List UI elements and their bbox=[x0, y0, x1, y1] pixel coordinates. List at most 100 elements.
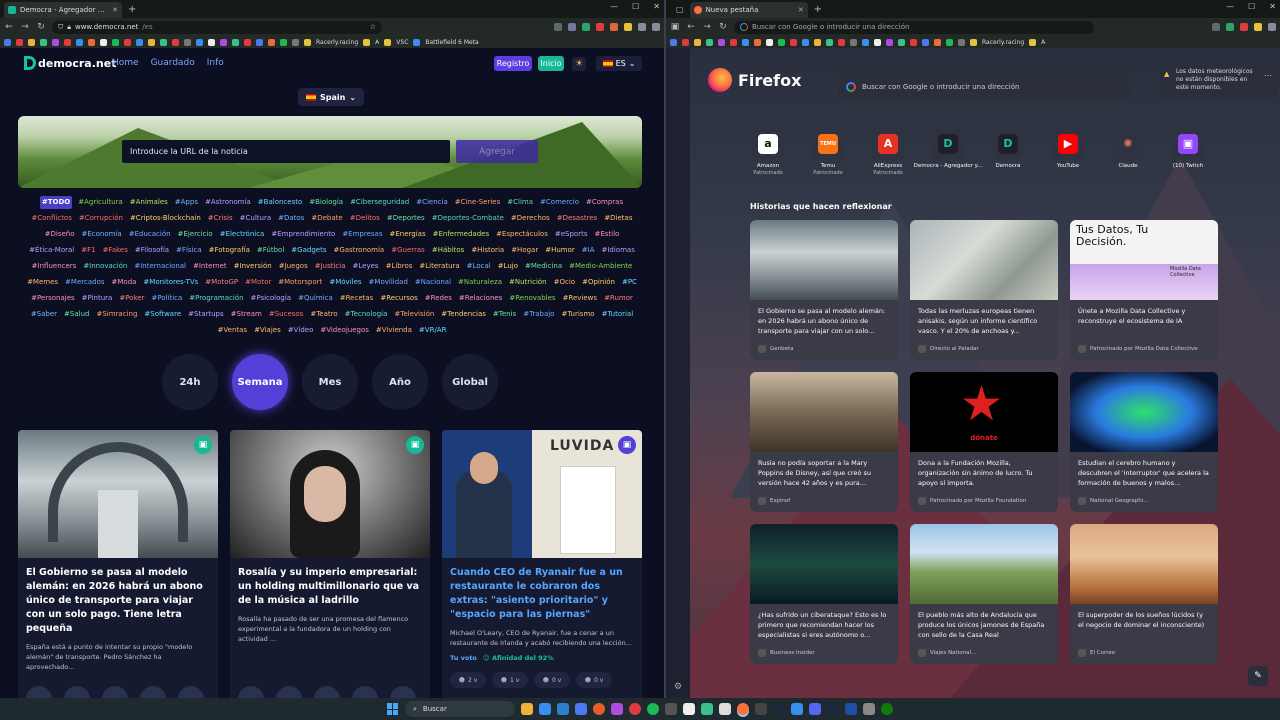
tag-chip[interactable]: #Clima bbox=[506, 196, 534, 209]
card-title[interactable]: El Gobierno se pasa al modelo alemán: en… bbox=[18, 558, 218, 636]
reaction-icon[interactable] bbox=[276, 686, 302, 698]
tag-chip[interactable]: #Ciberseguridad bbox=[349, 196, 410, 209]
close-tab-icon[interactable]: ✕ bbox=[112, 6, 118, 14]
tag-chip[interactable]: #Ética-Moral bbox=[28, 244, 75, 257]
story-card[interactable]: Rusia no podía soportar a la Mary Poppin… bbox=[750, 372, 898, 512]
tag-chip[interactable]: #Debate bbox=[310, 212, 343, 225]
bookmark-icon[interactable] bbox=[64, 38, 71, 46]
bookmark-icon[interactable] bbox=[838, 38, 845, 46]
tag-chip[interactable]: #Educación bbox=[128, 228, 172, 241]
bookmark-icon[interactable] bbox=[40, 38, 47, 46]
tag-chip[interactable]: #Moda bbox=[111, 276, 138, 289]
tag-chip[interactable]: #Trabajo bbox=[522, 308, 555, 321]
reload-icon[interactable]: ↻ bbox=[718, 22, 728, 32]
register-button[interactable]: Registro bbox=[494, 56, 532, 71]
tag-chip[interactable]: #Ocio bbox=[553, 276, 576, 289]
tag-chip[interactable]: #Teatro bbox=[309, 308, 338, 321]
tag-chip[interactable]: #IA bbox=[581, 244, 596, 257]
tag-chip[interactable]: #Reviews bbox=[562, 292, 599, 305]
bookmark-icon[interactable] bbox=[172, 38, 179, 46]
bookmark-icon[interactable] bbox=[184, 38, 191, 46]
extension-icon[interactable] bbox=[554, 23, 562, 31]
bookmark-icon[interactable] bbox=[814, 38, 821, 46]
close-window-icon[interactable]: ✕ bbox=[653, 2, 660, 11]
tag-chip[interactable]: #Sucesos bbox=[268, 308, 304, 321]
login-button[interactable]: Inicio bbox=[538, 56, 564, 71]
maximize-icon[interactable]: ☐ bbox=[1248, 2, 1255, 11]
tag-chip[interactable]: #Guerras bbox=[390, 244, 426, 257]
bookmark-icon[interactable] bbox=[28, 38, 35, 46]
tag-chip[interactable]: #Deportes bbox=[386, 212, 426, 225]
taskbar-app-icon[interactable] bbox=[611, 703, 623, 715]
bookmark-icon[interactable] bbox=[52, 38, 59, 46]
reaction-icon[interactable] bbox=[390, 686, 416, 698]
bookmark-racerly[interactable]: Racerly.racing bbox=[316, 39, 358, 46]
nav-guardado[interactable]: Guardado bbox=[151, 58, 195, 68]
tag-chip[interactable]: #Pintura bbox=[81, 292, 114, 305]
tag-chip[interactable]: #Emprendimiento bbox=[270, 228, 336, 241]
taskbar-app-icon[interactable] bbox=[863, 703, 875, 715]
tag-chip[interactable]: #Simracing bbox=[95, 308, 138, 321]
tag-chip[interactable]: #Ejercicio bbox=[177, 228, 214, 241]
tag-chip[interactable]: #Astronomía bbox=[204, 196, 252, 209]
bookmark-vsc[interactable]: VSC bbox=[396, 39, 408, 46]
tag-chip[interactable]: #Local bbox=[466, 260, 492, 273]
bookmark-icon[interactable] bbox=[100, 38, 107, 46]
bookmark-icon[interactable] bbox=[958, 38, 965, 46]
tag-chip[interactable]: #Química bbox=[297, 292, 334, 305]
tag-chip[interactable]: #Apps bbox=[174, 196, 199, 209]
tag-chip[interactable]: #Ciencia bbox=[415, 196, 449, 209]
tab-new[interactable]: Nueva pestaña ✕ bbox=[689, 2, 808, 18]
tag-chip[interactable]: #Innovación bbox=[82, 260, 128, 273]
tag-chip[interactable]: #Literatura bbox=[418, 260, 460, 273]
bookmark-icon[interactable] bbox=[256, 38, 263, 46]
tag-chip[interactable]: #Electrónica bbox=[219, 228, 266, 241]
tag-chip[interactable]: #Influencers bbox=[31, 260, 78, 273]
story-card[interactable]: El Gobierno se pasa al modelo alemán: en… bbox=[750, 220, 898, 360]
bookmark-a[interactable]: A bbox=[375, 39, 379, 46]
close-window-icon[interactable]: ✕ bbox=[1269, 2, 1276, 11]
tag-chip[interactable]: #Fakes bbox=[102, 244, 129, 257]
tag-chip[interactable]: #Tenis bbox=[492, 308, 517, 321]
top-site-tile[interactable]: A AliExpress Patrocinado bbox=[872, 128, 904, 176]
tag-chip[interactable]: #Biología bbox=[308, 196, 344, 209]
tag-chip[interactable]: #Dietas bbox=[603, 212, 633, 225]
back-icon[interactable]: ← bbox=[686, 22, 696, 32]
bookmark-icon[interactable] bbox=[292, 38, 299, 46]
vote-chip[interactable]: ☻ 0 v bbox=[534, 672, 570, 688]
bookmark-icon[interactable] bbox=[88, 38, 95, 46]
taskbar-app-icon[interactable] bbox=[665, 703, 677, 715]
bookmark-a[interactable]: A bbox=[1041, 39, 1045, 46]
top-site-tile[interactable]: D Democra - Agregador y... bbox=[914, 128, 982, 176]
top-site-tile[interactable]: D Democra bbox=[992, 128, 1024, 176]
tag-chip[interactable]: #PC bbox=[621, 276, 638, 289]
story-card[interactable]: El pueblo más alto de Andalucía que prod… bbox=[910, 524, 1058, 664]
nav-home[interactable]: Home bbox=[112, 58, 139, 68]
tag-chip[interactable]: #Stream bbox=[230, 308, 263, 321]
extension-icon[interactable] bbox=[1254, 23, 1262, 31]
top-site-tile[interactable]: ▣ (10) Twitch bbox=[1172, 128, 1204, 176]
tag-chip[interactable]: #TODO bbox=[39, 196, 73, 209]
language-select[interactable]: ES ⌄ bbox=[596, 56, 642, 71]
reaction-icon[interactable] bbox=[140, 686, 166, 698]
extension-icon[interactable] bbox=[582, 23, 590, 31]
tag-chip[interactable]: #Comercio bbox=[539, 196, 580, 209]
settings-gear-icon[interactable]: ⚙ bbox=[674, 682, 682, 692]
add-news-button[interactable]: Agregar bbox=[456, 140, 538, 163]
story-card[interactable]: ★ dónate Dona a la Fundación Mozilla, orga… bbox=[910, 372, 1058, 512]
tag-chip[interactable]: #Viajes bbox=[253, 324, 282, 337]
discord-icon[interactable] bbox=[809, 703, 821, 715]
tag-chip[interactable]: #F1 bbox=[80, 244, 96, 257]
taskbar-app-icon[interactable] bbox=[683, 703, 695, 715]
tag-chip[interactable]: #Fútbol bbox=[256, 244, 285, 257]
bookmark-icon[interactable] bbox=[232, 38, 239, 46]
extension-icon[interactable] bbox=[624, 23, 632, 31]
tag-chip[interactable]: #Salud bbox=[63, 308, 90, 321]
story-card[interactable]: Estudian el cerebro humano y descubren e… bbox=[1070, 372, 1218, 512]
opera-icon[interactable] bbox=[629, 703, 641, 715]
story-card[interactable]: Todas las merluzas europeas tienen anisa… bbox=[910, 220, 1058, 360]
firefox-taskbar-icon[interactable] bbox=[737, 703, 749, 715]
tag-chip[interactable]: #Poker bbox=[118, 292, 145, 305]
tag-chip[interactable]: #Vivienda bbox=[375, 324, 413, 337]
tag-chip[interactable]: #Nacional bbox=[414, 276, 452, 289]
